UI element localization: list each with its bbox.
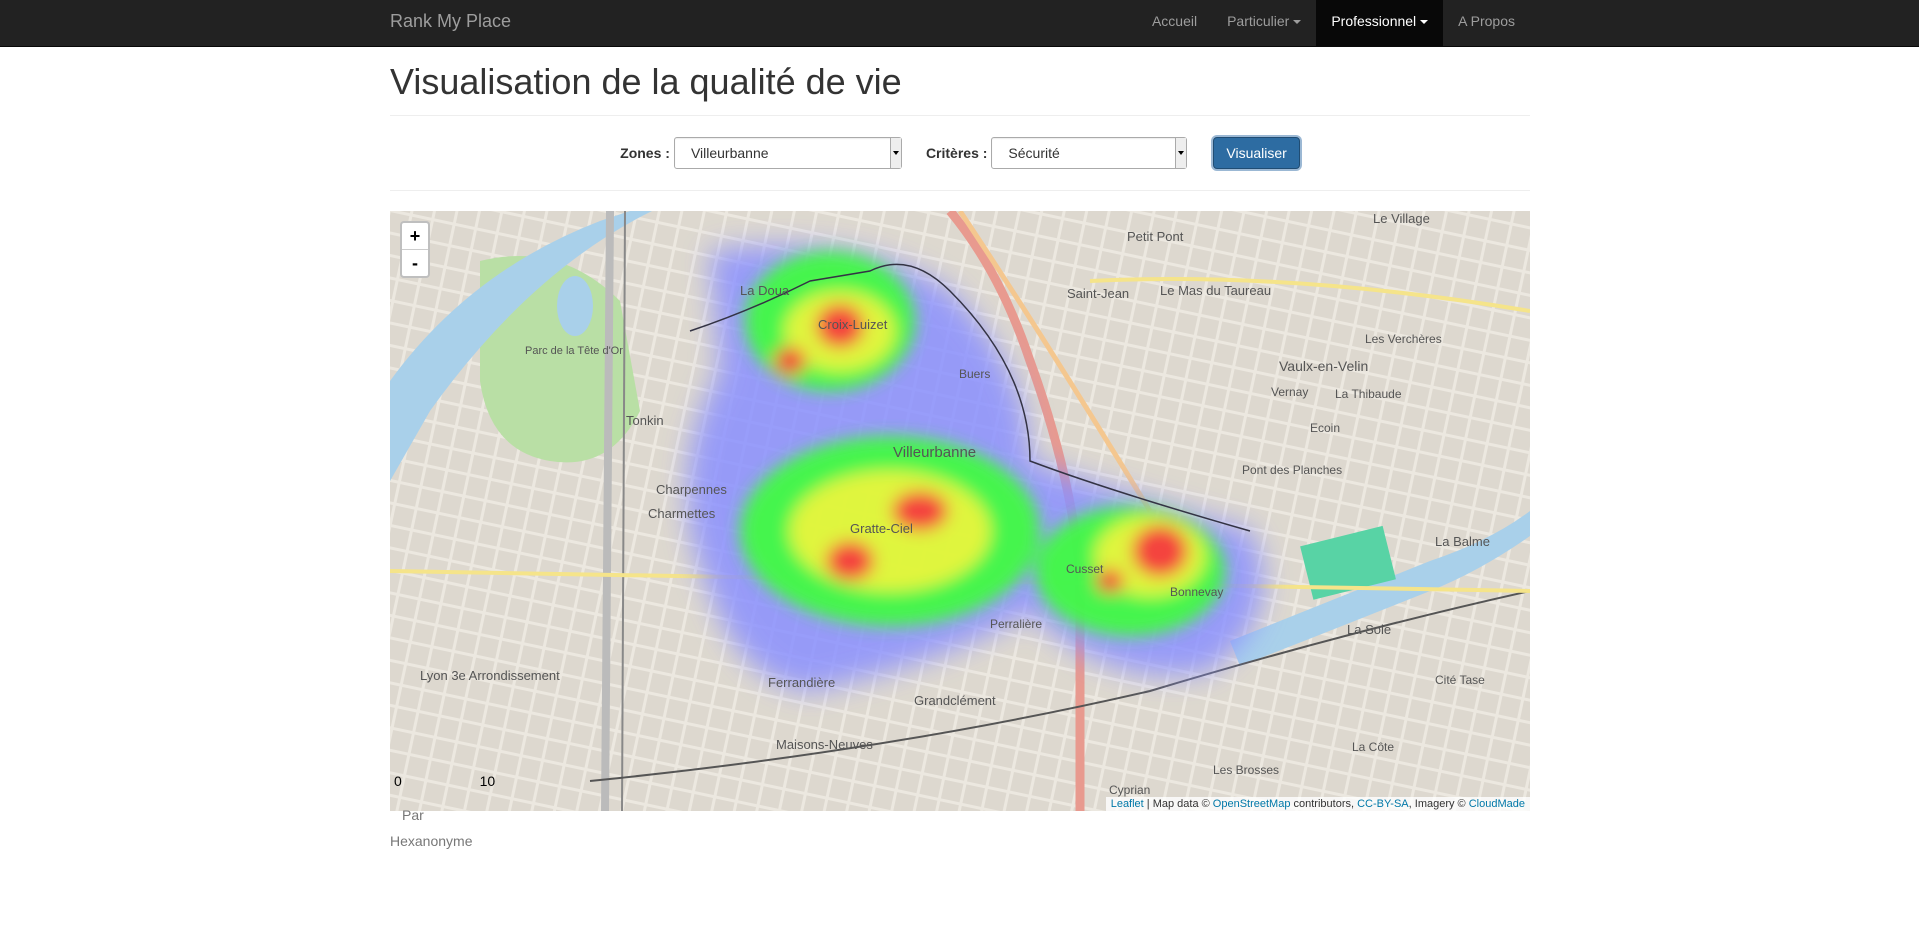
criteres-label: Critères :	[925, 145, 988, 161]
map-label: La Côte	[1352, 740, 1394, 754]
scale-left: 0	[394, 773, 402, 789]
map-label: La Thibaude	[1335, 387, 1402, 401]
map-tiles: La Doua Croix-Luizet Villeurbanne Tonkin…	[390, 211, 1530, 811]
map-label: Grandclément	[914, 693, 996, 708]
map-label: Lyon 3e Arrondissement	[420, 668, 560, 683]
map-label: Bonnevay	[1170, 585, 1223, 599]
map-label: Saint-Jean	[1067, 286, 1129, 301]
map-label: Perralière	[990, 617, 1042, 631]
heatmap-map[interactable]: La Doua Croix-Luizet Villeurbanne Tonkin…	[390, 211, 1530, 811]
map-label: La Balme	[1435, 534, 1490, 549]
criteres-select[interactable]: Sécurité	[991, 137, 1188, 169]
divider	[390, 115, 1530, 116]
map-label: Cité Tase	[1435, 673, 1485, 687]
nav-item-a-propos[interactable]: A Propos	[1443, 0, 1530, 46]
navbar: Rank My Place Accueil Particulier Profes…	[0, 0, 1919, 47]
nav-menu: Accueil Particulier Professionnel A Prop…	[1137, 0, 1530, 46]
visualisation-form: Zones : Villeurbanne Critères : Sécurité…	[390, 135, 1530, 171]
zoom-control: + -	[400, 221, 430, 278]
map-scale: 0 10	[394, 773, 495, 789]
zoom-out-button[interactable]: -	[402, 249, 428, 276]
map-label: Gratte-Ciel	[850, 521, 913, 536]
map-label: Croix-Luizet	[818, 317, 888, 332]
map-label: Le Mas du Taureau	[1160, 283, 1271, 298]
map-label: Les Brosses	[1213, 763, 1279, 777]
leaflet-link[interactable]: Leaflet	[1111, 798, 1144, 810]
map-label: Les Verchères	[1365, 332, 1442, 346]
page-title: Visualisation de la qualité de vie	[390, 61, 902, 102]
caret-down-icon	[1420, 20, 1429, 25]
cloudmade-link[interactable]: CloudMade	[1469, 798, 1525, 810]
nav-item-label: Particulier	[1227, 13, 1290, 29]
nav-item-particulier[interactable]: Particulier	[1212, 0, 1316, 46]
map-label: Buers	[959, 367, 990, 381]
zones-label: Zones :	[620, 145, 670, 161]
attrib-text: contributors,	[1290, 798, 1358, 810]
map-label: Tonkin	[626, 413, 664, 428]
map-label: Cyprian	[1109, 783, 1150, 797]
criteres-select-value: Sécurité	[1008, 145, 1060, 161]
map-label: Vernay	[1271, 385, 1308, 399]
footer-author: Hexanonyme	[390, 833, 473, 849]
divider	[390, 190, 1530, 191]
scale-right: 10	[479, 773, 496, 789]
nav-item-label: Accueil	[1151, 13, 1198, 29]
map-attribution: Leaflet | Map data © OpenStreetMap contr…	[1105, 797, 1530, 811]
map-label: Parc de la Tête d'Or	[525, 345, 623, 357]
zoom-in-button[interactable]: +	[402, 223, 428, 249]
nav-item-accueil[interactable]: Accueil	[1137, 0, 1212, 46]
map-label: Pont des Planches	[1242, 463, 1342, 477]
map-label: Le Village	[1373, 211, 1430, 226]
caret-down-icon	[1293, 20, 1302, 25]
map-label: Petit Pont	[1127, 229, 1184, 244]
map-label: Charmettes	[648, 506, 716, 521]
map-label: Maisons-Neuves	[776, 737, 873, 752]
map-label: Charpennes	[656, 482, 727, 497]
map-label: La Doua	[740, 283, 790, 298]
footer-par: Par	[402, 807, 424, 823]
attrib-text: , Imagery ©	[1408, 798, 1469, 810]
map-label: Villeurbanne	[893, 444, 976, 461]
map-label: Ecoin	[1310, 421, 1340, 435]
nav-item-label: A Propos	[1458, 13, 1515, 29]
attrib-text: | Map data ©	[1143, 798, 1213, 810]
chevron-down-icon	[1175, 138, 1187, 168]
chevron-down-icon	[889, 138, 901, 168]
map-label: Ferrandière	[768, 675, 835, 690]
zones-select-value: Villeurbanne	[690, 145, 769, 161]
brand-link[interactable]: Rank My Place	[390, 0, 511, 46]
nav-item-professionnel[interactable]: Professionnel	[1316, 0, 1444, 46]
visualiser-button[interactable]: Visualiser	[1213, 137, 1300, 169]
map-label: Vaulx-en-Velin	[1279, 358, 1368, 374]
openstreetmap-link[interactable]: OpenStreetMap	[1213, 798, 1291, 810]
license-link[interactable]: CC-BY-SA	[1357, 798, 1409, 810]
nav-item-label: Professionnel	[1331, 13, 1417, 29]
zones-select[interactable]: Villeurbanne	[673, 137, 902, 169]
map-label: Cusset	[1066, 562, 1104, 576]
map-label: La Soie	[1347, 622, 1391, 637]
